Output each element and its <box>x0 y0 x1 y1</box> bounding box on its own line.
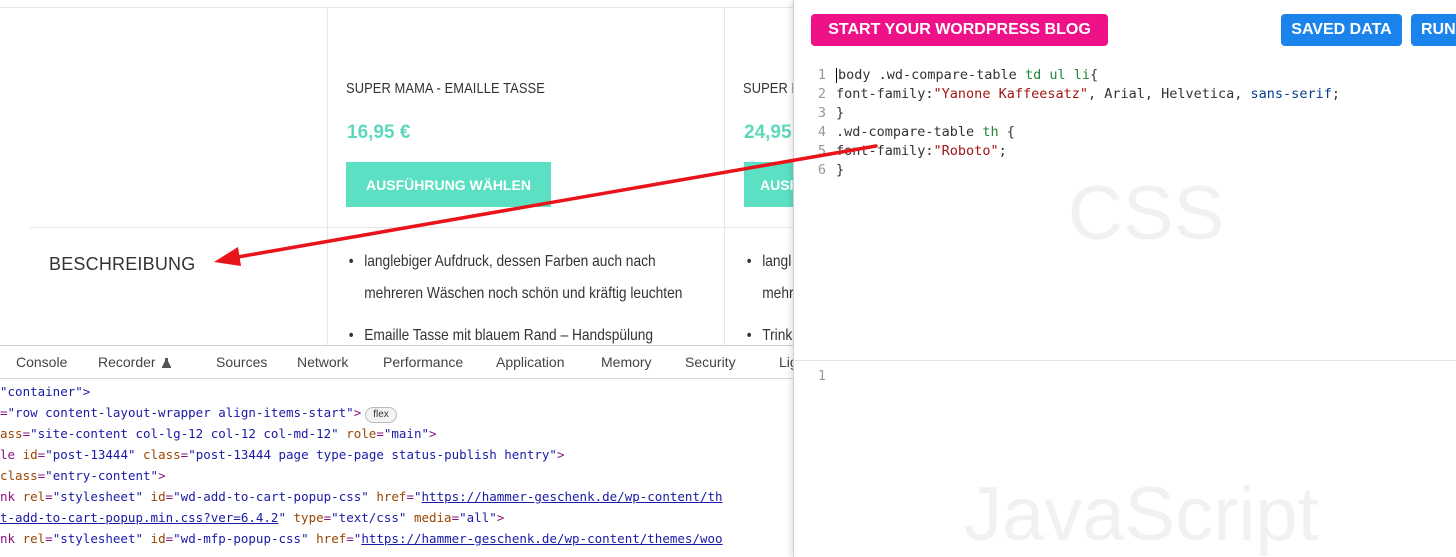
code-line: 5 font-family:"Roboto"; <box>817 143 1007 159</box>
javascript-watermark: JavaScript <box>964 472 1319 557</box>
list-item: langlebiger Aufdruck, dessen Farben auch… <box>347 246 691 310</box>
dom-node[interactable]: t-add-to-cart-popup.min.css?ver=6.4.2" t… <box>0 507 504 528</box>
css-watermark: CSS <box>1068 171 1225 256</box>
stylesheet-link[interactable]: t-add-to-cart-popup.min.css?ver=6.4.2 <box>0 510 278 525</box>
row-label-description: BESCHREIBUNG <box>49 254 196 274</box>
start-wordpress-blog-button[interactable]: START YOUR WORDPRESS BLOG <box>811 14 1108 46</box>
tab-label: Recorder <box>98 354 156 370</box>
product-price: 16,95 € <box>347 122 411 143</box>
code-line: 1 <box>817 368 826 384</box>
row-divider <box>30 227 800 228</box>
css-editor[interactable]: CSS 1 body .wd-compare-table td ul li{ 2f… <box>794 60 1456 361</box>
table-top-border <box>0 7 800 8</box>
dom-node[interactable]: class="entry-content"> <box>0 465 166 486</box>
flex-badge[interactable]: flex <box>365 407 397 423</box>
list-item: Emaille Tasse mit blauem Rand – Handspül… <box>347 320 691 345</box>
flask-icon <box>161 358 171 368</box>
column-divider <box>724 7 725 345</box>
tab-recorder[interactable]: Recorder <box>98 354 171 370</box>
stylesheet-link[interactable]: https://hammer-geschenk.de/wp-content/th <box>422 489 723 504</box>
code-line: 2 font-family:"Yanone Kaffeesatz", Arial,… <box>817 86 1340 102</box>
javascript-editor[interactable]: JavaScript 1 <box>794 361 1456 557</box>
compare-table: SUPER MAMA - EMAILLE TASSE 16,95 € AUSFÜ… <box>0 0 800 345</box>
dom-node[interactable]: ="row content-layout-wrapper align-items… <box>0 402 397 423</box>
tab-security[interactable]: Security <box>685 354 736 370</box>
list-item: Trink <box>745 320 793 345</box>
dom-node[interactable]: nk rel="stylesheet" id="wd-add-to-cart-p… <box>0 486 723 507</box>
devtools-tab-bar: Console Recorder Sources Network Perform… <box>0 346 800 379</box>
stylesheet-link[interactable]: https://hammer-geschenk.de/wp-content/th… <box>361 531 722 546</box>
dom-node[interactable]: le id="post-13444" class="post-13444 pag… <box>0 444 565 465</box>
devtools-panel: Console Recorder Sources Network Perform… <box>0 345 800 557</box>
list-item: langl mehr <box>745 246 794 310</box>
dom-node[interactable]: "container"> <box>0 381 90 402</box>
code-editor-panel: START YOUR WORDPRESS BLOG SAVED DATA RUN… <box>793 0 1456 557</box>
tab-performance[interactable]: Performance <box>383 354 463 370</box>
product-title[interactable]: SUPER MAMA <box>743 80 800 97</box>
product-title[interactable]: SUPER MAMA - EMAILLE TASSE <box>346 80 545 97</box>
select-variant-button[interactable]: AUSF <box>744 162 800 207</box>
code-line: 3} <box>817 105 845 121</box>
saved-data-button[interactable]: SAVED DATA <box>1281 14 1402 46</box>
dom-node[interactable]: ass="site-content col-lg-12 col-12 col-m… <box>0 423 437 444</box>
run-button[interactable]: RUN <box>1411 14 1456 46</box>
page: SUPER MAMA - EMAILLE TASSE 16,95 € AUSFÜ… <box>0 0 1456 557</box>
description-list: langlebiger Aufdruck, dessen Farben auch… <box>347 246 691 345</box>
text-cursor <box>836 67 837 83</box>
tab-network[interactable]: Network <box>297 354 348 370</box>
tab-sources[interactable]: Sources <box>216 354 267 370</box>
dom-node[interactable]: nk rel="stylesheet" id="wd-mfp-popup-css… <box>0 528 723 549</box>
tab-console[interactable]: Console <box>16 354 67 370</box>
code-line: 6} <box>817 162 845 178</box>
column-divider <box>327 7 328 345</box>
code-line: 1 body .wd-compare-table td ul li{ <box>817 67 1099 83</box>
tab-memory[interactable]: Memory <box>601 354 652 370</box>
code-line: 4 .wd-compare-table th { <box>817 124 1015 140</box>
select-variant-button[interactable]: AUSFÜHRUNG WÄHLEN <box>346 162 551 207</box>
description-list: langl mehr Trink <box>745 246 794 345</box>
tab-application[interactable]: Application <box>496 354 565 370</box>
product-price: 24,95 <box>744 122 792 143</box>
